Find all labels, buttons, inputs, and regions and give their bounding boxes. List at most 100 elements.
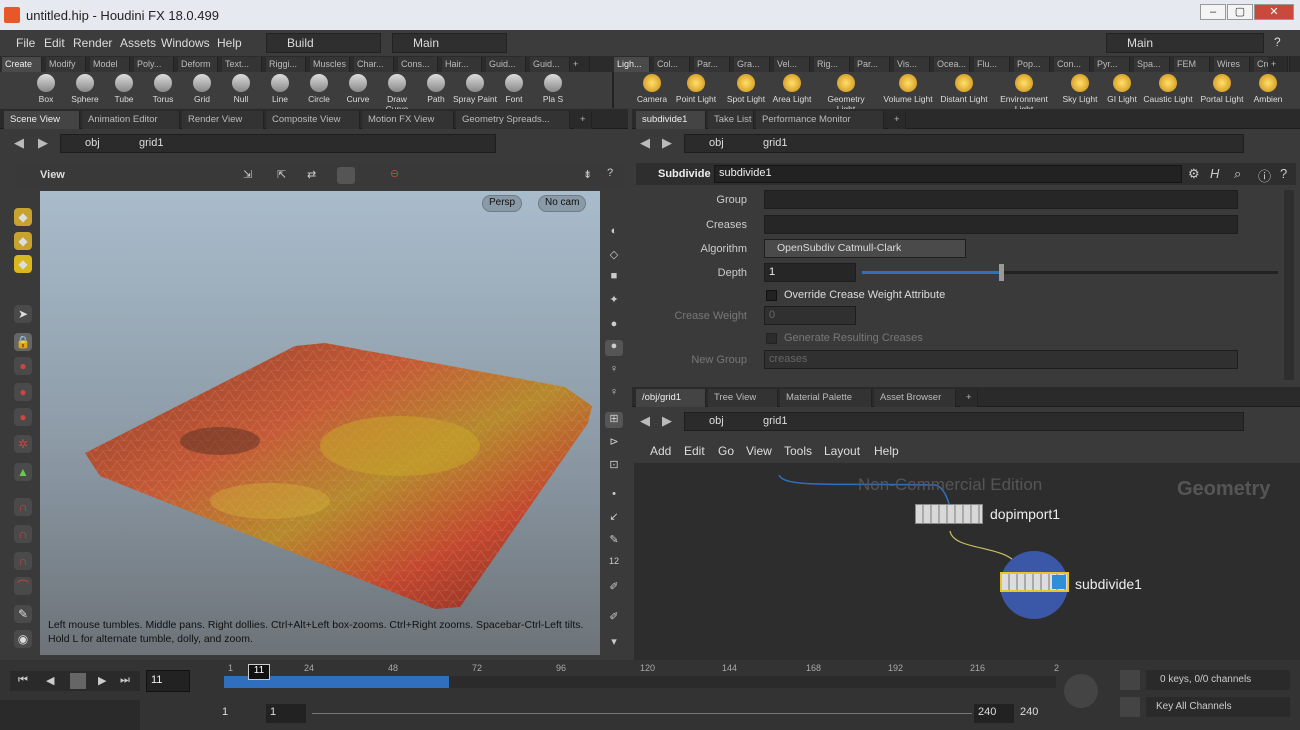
- magnet-tool-icon[interactable]: ∩: [14, 498, 32, 516]
- param-forward-icon[interactable]: ▶: [662, 135, 672, 151]
- object-select-icon[interactable]: ◆: [14, 232, 32, 250]
- magnet-tool-3-icon[interactable]: ∩: [14, 552, 32, 570]
- param-back-icon[interactable]: ◀: [640, 135, 650, 151]
- net-tab-0[interactable]: /obj/grid1: [636, 389, 706, 407]
- shading-icon[interactable]: ●: [605, 318, 623, 334]
- shelf-tool-11[interactable]: Spray Paint: [453, 74, 497, 104]
- scene-tab-5[interactable]: Geometry Spreads...: [456, 111, 570, 129]
- net-menu-edit[interactable]: Edit: [684, 444, 705, 458]
- dopimport1-label[interactable]: dopimport1: [990, 506, 1060, 522]
- shelf-tab-right-5[interactable]: Rig...: [814, 57, 850, 72]
- param-tab-0[interactable]: subdivide1: [636, 111, 706, 129]
- shelf-tool-7[interactable]: Circle: [297, 74, 341, 104]
- help-icon[interactable]: ?: [1274, 35, 1281, 49]
- arrow-tool-icon[interactable]: ➤: [14, 305, 32, 323]
- light-tool-3[interactable]: Area Light: [766, 74, 818, 104]
- forward-icon[interactable]: ▶: [38, 135, 48, 151]
- shelf-tab-right-7[interactable]: Vis...: [894, 57, 930, 72]
- shelf-tab-2[interactable]: Model: [90, 57, 130, 72]
- light-tool-12[interactable]: Ambien: [1242, 74, 1294, 104]
- lighting-icon[interactable]: ●: [605, 340, 623, 356]
- dropdown-icon[interactable]: ▾: [605, 635, 623, 651]
- scene-tab-0[interactable]: Scene View: [4, 111, 80, 129]
- shelf-tab-right-11[interactable]: Con...: [1054, 57, 1090, 72]
- prim-icon[interactable]: ⊡: [605, 458, 623, 474]
- scene-tab-3[interactable]: Composite View: [266, 111, 360, 129]
- shelf-tool-9[interactable]: Draw Curve: [375, 74, 419, 114]
- info-icon[interactable]: ⓘ: [1258, 166, 1271, 185]
- shelf-tab-right-0[interactable]: Ligh...: [614, 57, 650, 72]
- help-h-icon[interactable]: H: [1210, 166, 1219, 181]
- brush-tool-icon[interactable]: ⌒: [14, 577, 32, 595]
- net-back-icon[interactable]: ◀: [640, 413, 650, 429]
- net-path-grid1[interactable]: grid1: [763, 413, 787, 430]
- network-editor[interactable]: Non-Commercial Edition Geometry dopimpor…: [634, 463, 1300, 660]
- param-path-field[interactable]: obj grid1: [684, 134, 1244, 153]
- display-icon[interactable]: ◐: [605, 225, 623, 241]
- shelf-tab-right-8[interactable]: Ocea...: [934, 57, 970, 72]
- shelf-tab-right-12[interactable]: Pyr...: [1094, 57, 1130, 72]
- light-tool-2[interactable]: Spot Light: [720, 74, 772, 104]
- gear-icon[interactable]: ⚙: [1188, 166, 1200, 182]
- shelf-tool-5[interactable]: Null: [219, 74, 263, 104]
- net-menu-add[interactable]: Add: [650, 444, 671, 458]
- creases-field[interactable]: [764, 215, 1238, 234]
- net-path-obj[interactable]: obj: [709, 413, 724, 430]
- magnet-tool-2-icon[interactable]: ∩: [14, 525, 32, 543]
- shelf-tab-4[interactable]: Deform: [178, 57, 218, 72]
- net-forward-icon[interactable]: ▶: [662, 413, 672, 429]
- shelf-tab-11[interactable]: Guid...: [486, 57, 526, 72]
- light-tool-1[interactable]: Point Light: [670, 74, 722, 104]
- pick-icon[interactable]: ⇱: [277, 168, 286, 181]
- light-tool-5[interactable]: Volume Light: [882, 74, 934, 104]
- override-checkbox[interactable]: [766, 290, 777, 301]
- range-slider[interactable]: [312, 713, 972, 714]
- bulb-icon[interactable]: ♀: [605, 386, 623, 402]
- shelf-tab-7[interactable]: Muscles: [310, 57, 350, 72]
- param-path-obj[interactable]: obj: [709, 135, 724, 152]
- tool-icon[interactable]: ✐: [605, 610, 623, 626]
- menu-assets[interactable]: Assets: [120, 36, 156, 50]
- selection-mode-icon[interactable]: ⇲: [243, 168, 252, 181]
- scene-tab-4[interactable]: Motion FX View: [362, 111, 454, 129]
- end-frame-field[interactable]: 240: [974, 704, 1014, 723]
- dot-icon[interactable]: •: [605, 488, 623, 504]
- shelf-tab-right-10[interactable]: Pop...: [1014, 57, 1050, 72]
- param-tab-1[interactable]: Take List: [708, 111, 754, 129]
- number-icon[interactable]: 12: [605, 556, 623, 572]
- depth-field[interactable]: 1: [764, 263, 856, 282]
- net-path-field[interactable]: obj grid1: [684, 412, 1244, 431]
- pose-tool-icon[interactable]: ▲: [14, 463, 32, 481]
- menu-help[interactable]: Help: [217, 36, 242, 50]
- scale-tool-icon[interactable]: ●: [14, 408, 32, 426]
- key-all-channels-select[interactable]: Key All Channels: [1146, 697, 1290, 717]
- lock-icon[interactable]: 🔒: [14, 333, 32, 351]
- back-icon[interactable]: ◀: [14, 135, 24, 151]
- display-options-icon[interactable]: ⇟: [583, 168, 592, 181]
- light-tool-9[interactable]: GI Light: [1096, 74, 1148, 104]
- shelf-tab-9[interactable]: Cons...: [398, 57, 438, 72]
- light-tool-4[interactable]: Geometry Light: [820, 74, 872, 114]
- menu-windows[interactable]: Windows: [161, 36, 210, 50]
- shelf-tool-12[interactable]: Font: [492, 74, 536, 104]
- current-frame-field[interactable]: 11: [146, 670, 190, 692]
- shelf-tab-right-3[interactable]: Gra...: [734, 57, 770, 72]
- add-tab-icon-scene-tab[interactable]: +: [574, 111, 592, 129]
- shelf-tab-right-14[interactable]: FEM: [1174, 57, 1210, 72]
- shelf-tab-6[interactable]: Riggi...: [266, 57, 306, 72]
- minimize-button[interactable]: –: [1200, 4, 1226, 20]
- menu-file[interactable]: File: [16, 36, 35, 50]
- param-scrollbar[interactable]: [1284, 190, 1294, 380]
- shelf-tool-1[interactable]: Sphere: [63, 74, 107, 104]
- shelf-tab-5[interactable]: Text...: [222, 57, 262, 72]
- param-path-grid1[interactable]: grid1: [763, 135, 787, 152]
- algorithm-select[interactable]: OpenSubdiv Catmull-Clark: [764, 239, 966, 258]
- shelf-tool-10[interactable]: Path: [414, 74, 458, 104]
- select-tool-icon[interactable]: ◆: [14, 208, 32, 226]
- start-frame-field[interactable]: 1: [222, 706, 262, 718]
- light-tool-6[interactable]: Distant Light: [938, 74, 990, 104]
- light-icon[interactable]: ♀: [605, 363, 623, 379]
- net-tab-3[interactable]: Asset Browser: [874, 389, 956, 407]
- shelf-tab-right-4[interactable]: Vel...: [774, 57, 810, 72]
- shelf-tool-6[interactable]: Line: [258, 74, 302, 104]
